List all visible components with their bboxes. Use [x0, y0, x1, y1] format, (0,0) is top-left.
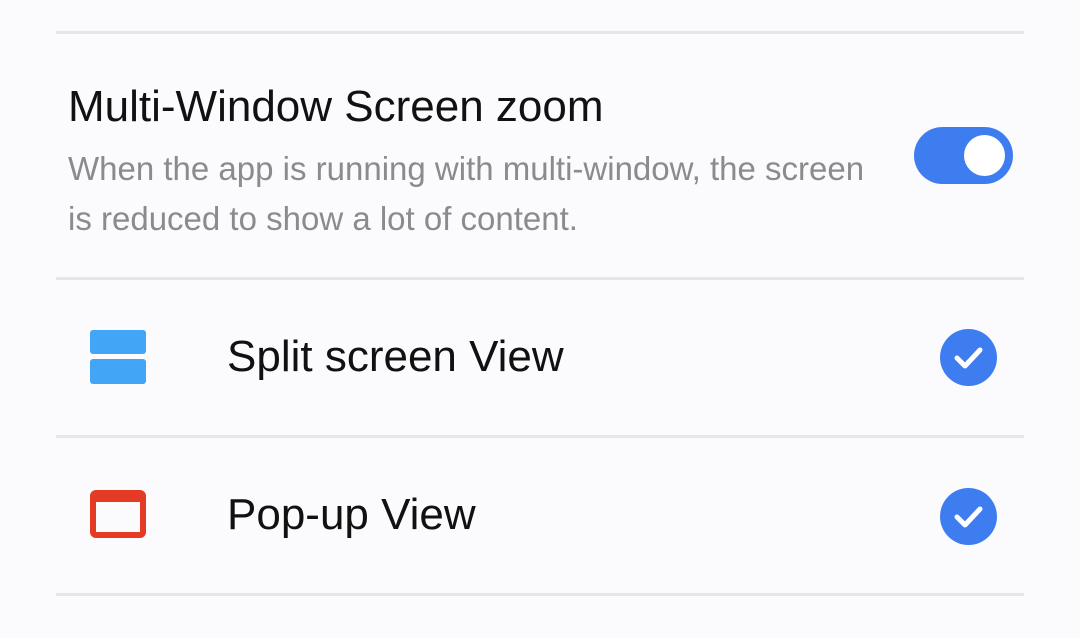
option-split-screen-view[interactable]: Split screen View	[0, 280, 1080, 435]
option-label: Split screen View	[227, 332, 564, 381]
divider	[56, 31, 1024, 34]
check-icon	[954, 347, 983, 369]
split-screen-checkbox[interactable]	[940, 329, 997, 386]
multi-window-zoom-toggle[interactable]	[914, 127, 1013, 184]
setting-description: When the app is running with multi-windo…	[68, 150, 865, 237]
popup-view-checkbox[interactable]	[940, 488, 997, 545]
divider	[56, 593, 1024, 596]
multi-window-zoom-setting[interactable]: Multi-Window Screen zoom When the app is…	[0, 80, 1080, 240]
check-icon	[954, 506, 983, 528]
option-label: Pop-up View	[227, 490, 476, 539]
option-popup-view[interactable]: Pop-up View	[0, 438, 1080, 593]
setting-title: Multi-Window Screen zoom	[68, 82, 604, 131]
toggle-knob	[964, 135, 1005, 176]
split-screen-icon	[90, 330, 146, 384]
settings-screen: Multi-Window Screen zoom When the app is…	[0, 0, 1080, 638]
popup-window-icon	[90, 490, 146, 538]
